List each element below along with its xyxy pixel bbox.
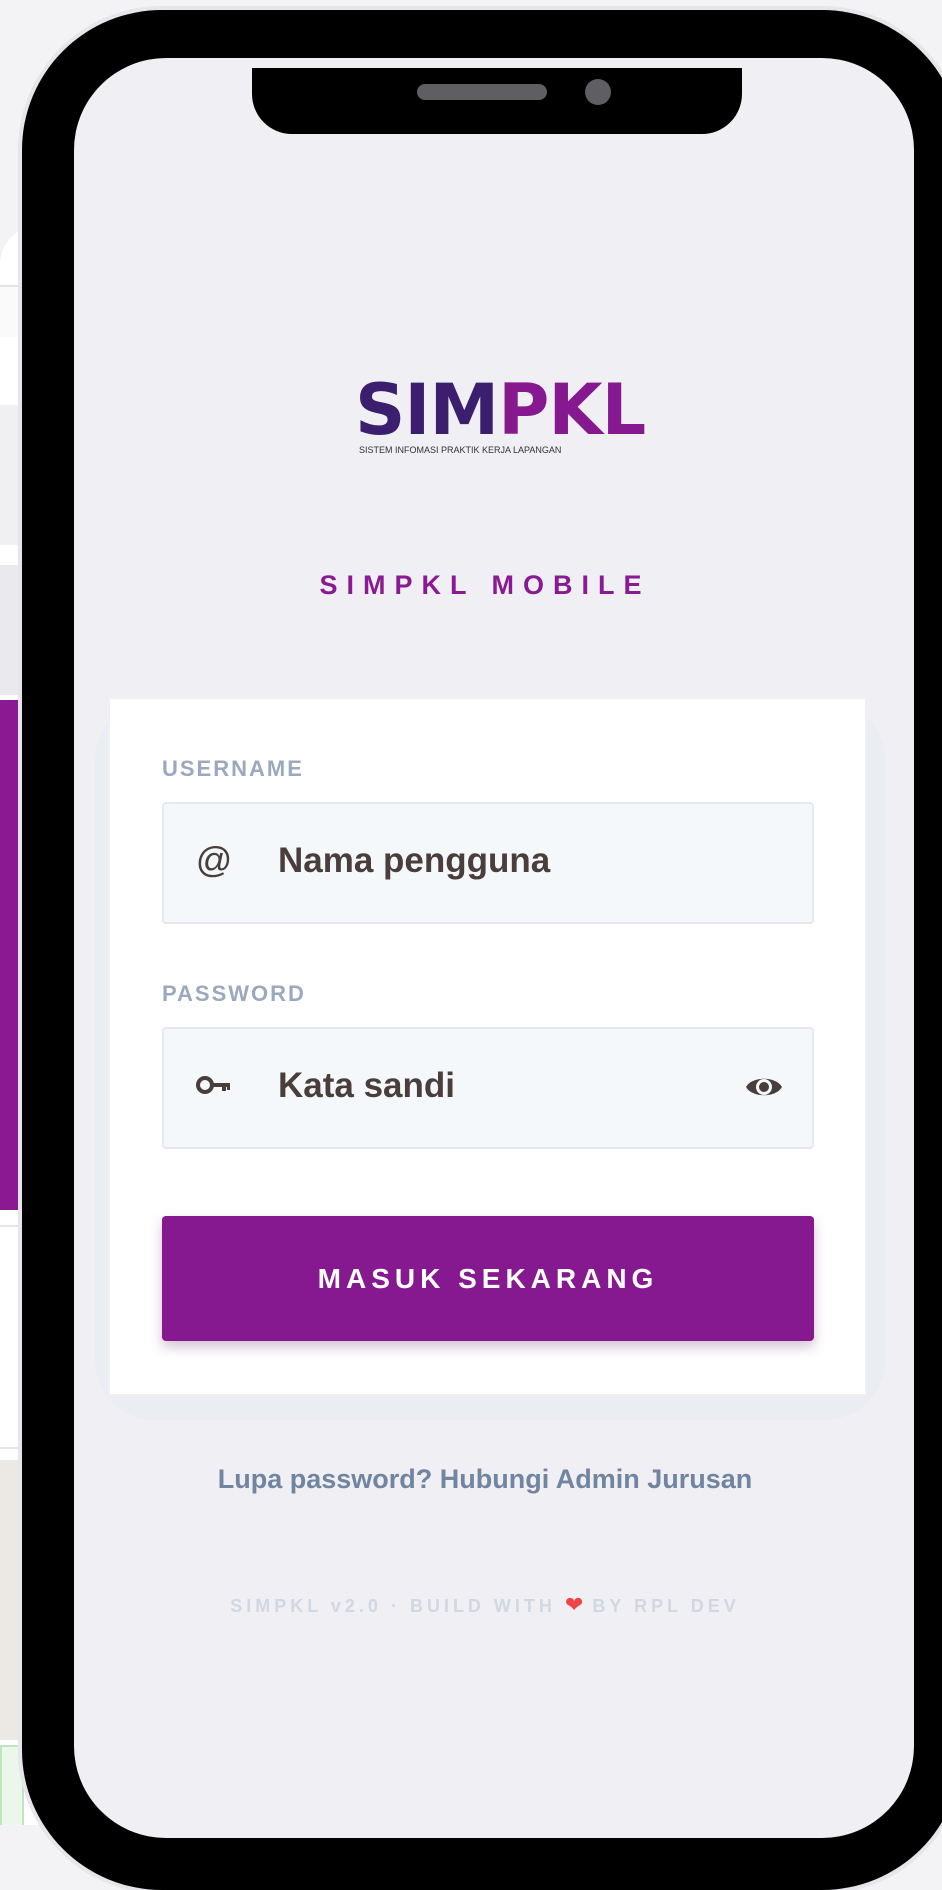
heart-icon: ❤ — [564, 1592, 584, 1617]
eye-icon[interactable] — [744, 1067, 784, 1107]
logo-subtitle: SISTEM INFOMASI PRAKTIK KERJA LAPANGAN — [359, 445, 562, 455]
username-input[interactable] — [276, 830, 750, 892]
bg-badge — [0, 1745, 24, 1825]
logo-wordmark: SIMPKL — [355, 375, 646, 445]
key-icon — [194, 1063, 234, 1107]
footer-prefix: SIMPKL v2.0 · BUILD WITH — [230, 1596, 556, 1616]
footer-credit: SIMPKL v2.0 · BUILD WITH ❤ BY RPL DEV — [0, 1592, 942, 1618]
phone-notch — [252, 68, 742, 134]
login-card: USERNAME @ PASSWORD MASUK SEKARANG — [108, 697, 867, 1396]
front-camera — [585, 79, 611, 105]
password-label: PASSWORD — [162, 981, 306, 1006]
footer-suffix: BY RPL DEV — [592, 1596, 740, 1616]
username-field[interactable]: @ — [162, 802, 814, 924]
forgot-password-link[interactable]: Lupa password? Hubungi Admin Jurusan — [0, 1464, 942, 1495]
password-input[interactable] — [276, 1055, 750, 1117]
username-label: USERNAME — [162, 756, 304, 781]
at-icon: @ — [195, 839, 233, 880]
app-logo: SIMPKL SISTEM INFOMASI PRAKTIK KERJA LAP… — [355, 375, 646, 475]
logo-main-text: SIMPKL — [355, 369, 646, 451]
speaker-grille — [417, 84, 547, 100]
password-field[interactable] — [162, 1027, 814, 1149]
page-title: SIMPKL MOBILE — [319, 570, 651, 600]
login-submit-button[interactable]: MASUK SEKARANG — [162, 1216, 814, 1341]
